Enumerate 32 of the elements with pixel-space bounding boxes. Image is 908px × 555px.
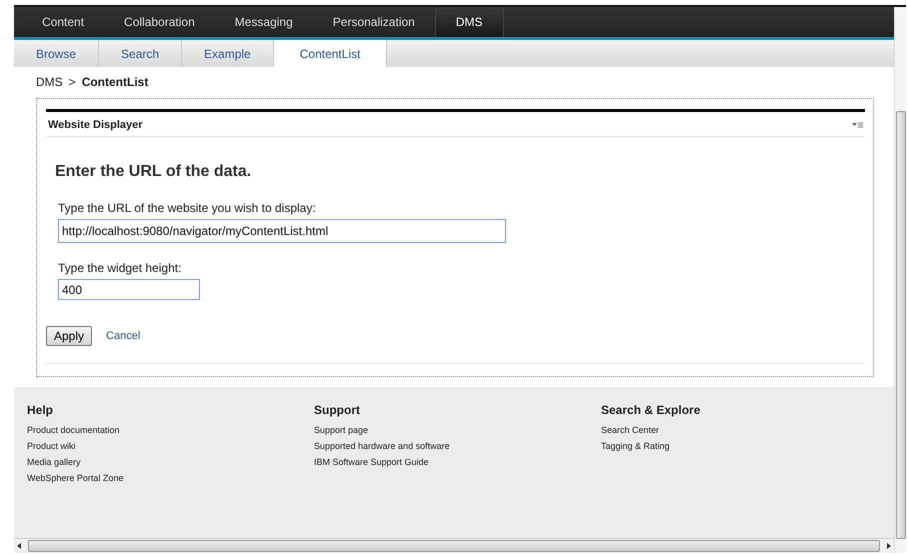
sub-nav-tab[interactable]: Search	[99, 40, 182, 67]
form-heading: Enter the URL of the data.	[55, 163, 252, 181]
footer-link[interactable]: Tagging & Rating	[601, 441, 894, 451]
top-nav-tab[interactable]: Collaboration	[104, 7, 215, 37]
field-label: Type the widget height:	[58, 261, 182, 275]
top-nav-tab[interactable]: Messaging	[214, 7, 313, 37]
breadcrumb-current: ContentList	[82, 75, 148, 89]
sub-nav-tab[interactable]: ContentList	[274, 40, 388, 67]
input-field[interactable]: http://localhost:9080/navigator/myContentList.html	[58, 219, 506, 243]
footer-link[interactable]: WebSphere Portal Zone	[27, 473, 314, 483]
footer-link[interactable]: Support page	[314, 425, 601, 435]
portlet-menu-icon[interactable]	[852, 122, 863, 128]
cancel-link[interactable]: Cancel	[106, 330, 140, 342]
footer-link[interactable]: Product documentation	[27, 425, 314, 435]
footer-link[interactable]: Product wiki	[27, 441, 314, 451]
top-nav-tab[interactable]: DMS	[434, 7, 504, 37]
footer-link[interactable]: Search Center	[601, 425, 894, 435]
footer-link[interactable]: IBM Software Support Guide	[314, 457, 601, 467]
apply-button[interactable]: Apply	[46, 326, 92, 346]
footer-link[interactable]: Media gallery	[27, 457, 314, 467]
footer-heading: Search & Explore	[601, 403, 702, 417]
top-nav-tab[interactable]: Content	[22, 7, 104, 37]
sub-nav-tab[interactable]: Browse	[14, 40, 100, 67]
top-nav-tab[interactable]: Personalization	[312, 7, 435, 37]
breadcrumb-separator: >	[68, 75, 76, 89]
footer-link[interactable]: Supported hardware and software	[314, 441, 601, 451]
footer-heading: Help	[27, 403, 54, 417]
input-field[interactable]: 400	[58, 279, 200, 300]
footer-heading: Support	[314, 403, 361, 417]
breadcrumb-link[interactable]: DMS	[36, 75, 63, 89]
portlet-title: Website Displayer	[48, 119, 143, 131]
field-label: Type the URL of the website you wish to display:	[58, 201, 317, 215]
